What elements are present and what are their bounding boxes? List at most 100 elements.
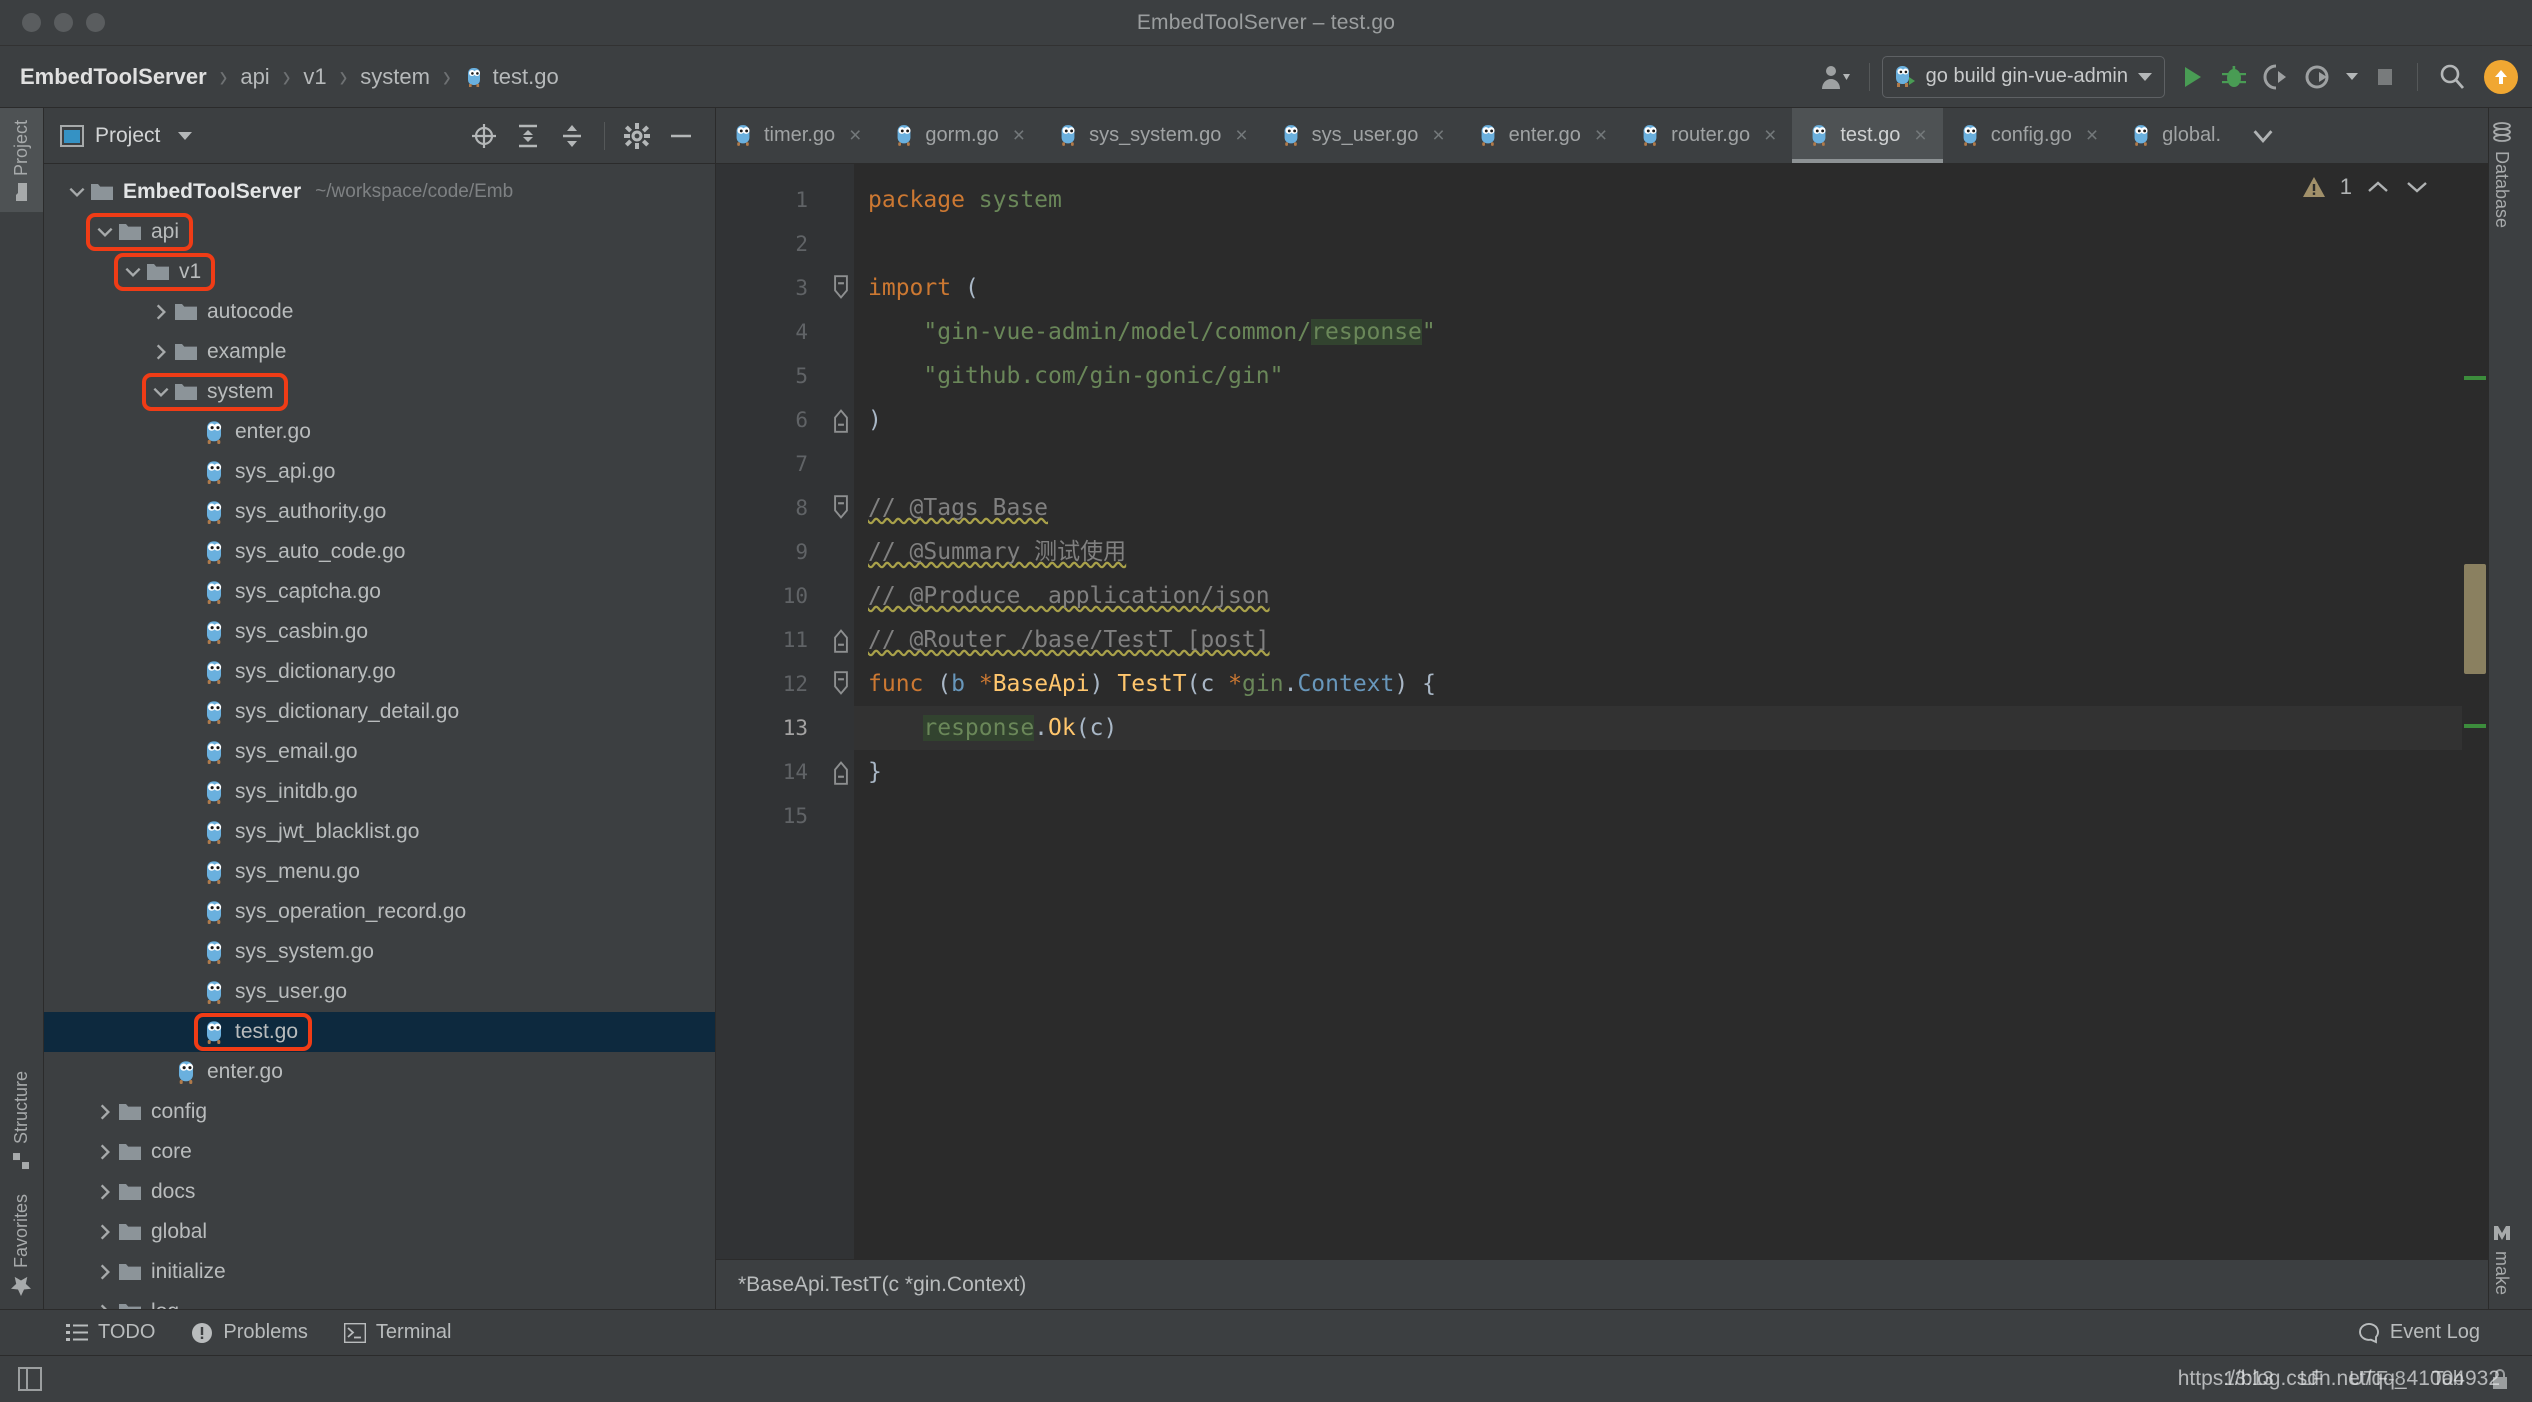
editor-tab-config-go[interactable]: config.go×	[1943, 108, 2114, 163]
code-line[interactable]: "gin-vue-admin/model/common/response"	[854, 310, 2462, 354]
update-available-button[interactable]	[2484, 60, 2518, 94]
tab-close-icon[interactable]: ×	[1235, 124, 1247, 148]
chevron-down-icon[interactable]	[92, 222, 118, 242]
code-fold-marker[interactable]	[828, 398, 854, 442]
tree-folder-row[interactable]: example	[44, 332, 715, 372]
editor-tab-sys_user-go[interactable]: sys_user.go×	[1264, 108, 1461, 163]
status-line-separator[interactable]: LF	[2300, 1368, 2323, 1391]
editor-tab-sys_system-go[interactable]: sys_system.go×	[1041, 108, 1264, 163]
tree-folder-row[interactable]: docs	[44, 1172, 715, 1212]
tab-close-icon[interactable]: ×	[1764, 124, 1776, 148]
tree-folder-row[interactable]: api	[44, 212, 715, 252]
chevron-up-icon[interactable]	[2365, 178, 2391, 196]
tree-file-row[interactable]: sys_system.go	[44, 932, 715, 972]
code-line[interactable]: }	[854, 750, 2462, 794]
breadcrumb-item-file[interactable]: test.go	[464, 64, 559, 90]
tab-overflow-button[interactable]	[2237, 108, 2289, 163]
code-line[interactable]: response.Ok(c)	[854, 706, 2462, 750]
tab-close-icon[interactable]: ×	[1595, 124, 1607, 148]
minimize-button[interactable]	[54, 13, 73, 32]
tree-folder-row[interactable]: EmbedToolServer~/workspace/code/Emb	[44, 172, 715, 212]
tree-file-row[interactable]: enter.go	[44, 1052, 715, 1092]
code-fold-marker[interactable]	[828, 266, 854, 310]
tree-file-row[interactable]: sys_casbin.go	[44, 612, 715, 652]
chevron-right-icon[interactable]	[92, 1142, 118, 1162]
tab-close-icon[interactable]: ×	[1013, 124, 1025, 148]
tree-file-row[interactable]: sys_user.go	[44, 972, 715, 1012]
tree-folder-row[interactable]: v1	[44, 252, 715, 292]
breadcrumb-item-system[interactable]: system	[360, 64, 430, 90]
breadcrumb-root[interactable]: EmbedToolServer	[20, 64, 207, 90]
code-fold-marker[interactable]	[828, 750, 854, 794]
code-fold-marker[interactable]	[828, 618, 854, 662]
expand-all-icon[interactable]	[508, 119, 548, 153]
status-indent[interactable]: Tab	[2432, 1368, 2464, 1391]
breadcrumb[interactable]: EmbedToolServer › api › v1 › system › te…	[20, 63, 559, 90]
run-configuration-selector[interactable]: go build gin-vue-admin	[1882, 56, 2165, 98]
code-editor[interactable]: 123456789101112131415 package system imp…	[716, 164, 2488, 1259]
chevron-down-icon[interactable]	[2404, 178, 2430, 196]
tool-window-event-log[interactable]: Event Log	[2358, 1321, 2480, 1344]
profiler-button[interactable]	[2297, 55, 2339, 99]
tree-file-row[interactable]: sys_operation_record.go	[44, 892, 715, 932]
tab-close-icon[interactable]: ×	[2086, 124, 2098, 148]
collapse-all-icon[interactable]	[552, 119, 592, 153]
editor-tab-router-go[interactable]: router.go×	[1623, 108, 1792, 163]
chevron-down-icon[interactable]	[178, 132, 192, 140]
tree-file-row[interactable]: sys_jwt_blacklist.go	[44, 812, 715, 852]
tree-folder-row[interactable]: config	[44, 1092, 715, 1132]
chevron-down-icon[interactable]	[120, 262, 146, 282]
chevron-down-icon[interactable]	[64, 182, 90, 202]
tree-folder-row[interactable]: core	[44, 1132, 715, 1172]
code-line[interactable]: )	[854, 398, 2462, 442]
editor-structure-breadcrumb[interactable]: *BaseApi.TestT(c *gin.Context)	[716, 1259, 2488, 1309]
editor-tab-enter-go[interactable]: enter.go×	[1461, 108, 1624, 163]
code-fold-marker[interactable]	[828, 486, 854, 530]
chevron-right-icon[interactable]	[148, 302, 174, 322]
editor-tab-gorm-go[interactable]: gorm.go×	[877, 108, 1041, 163]
settings-gear-icon[interactable]	[617, 119, 657, 153]
tool-window-problems[interactable]: Problems	[191, 1321, 307, 1344]
project-tree[interactable]: EmbedToolServer~/workspace/code/Embapiv1…	[44, 164, 715, 1309]
chevron-right-icon[interactable]	[92, 1102, 118, 1122]
tree-file-row[interactable]: sys_auto_code.go	[44, 532, 715, 572]
tree-file-row[interactable]: sys_dictionary.go	[44, 652, 715, 692]
tab-close-icon[interactable]: ×	[1914, 124, 1926, 148]
run-button[interactable]	[2171, 55, 2213, 99]
tab-close-icon[interactable]: ×	[849, 124, 861, 148]
error-stripe-marker-strip[interactable]	[2462, 164, 2488, 1259]
sidebar-item-favorites[interactable]: Favorites	[0, 1182, 43, 1309]
breadcrumb-item-api[interactable]: api	[240, 64, 269, 90]
locate-file-icon[interactable]	[464, 119, 504, 153]
code-line[interactable]	[854, 222, 2462, 266]
editor-tab-timer-go[interactable]: timer.go×	[716, 108, 877, 163]
chevron-down-icon[interactable]	[148, 382, 174, 402]
code-line[interactable]	[854, 442, 2462, 486]
tree-file-row[interactable]: enter.go	[44, 412, 715, 452]
chevron-right-icon[interactable]	[92, 1222, 118, 1242]
tree-file-row[interactable]: sys_authority.go	[44, 492, 715, 532]
profiler-dropdown[interactable]	[2339, 55, 2365, 99]
hide-panel-icon[interactable]	[661, 119, 701, 153]
zoom-button[interactable]	[86, 13, 105, 32]
sidebar-item-structure[interactable]: Structure	[0, 1059, 43, 1182]
debug-button[interactable]	[2213, 55, 2255, 99]
tree-folder-row[interactable]: log	[44, 1292, 715, 1309]
code-folding-gutter[interactable]	[828, 164, 854, 1259]
code-line[interactable]: // @Router /base/TestT [post]	[854, 618, 2462, 662]
editor-tab-bar[interactable]: timer.go×gorm.go×sys_system.go×sys_user.…	[716, 108, 2488, 164]
traffic-lights[interactable]	[22, 13, 105, 32]
code-line[interactable]: package system	[854, 178, 2462, 222]
editor-tab-global-[interactable]: global.	[2114, 108, 2237, 163]
user-account-icon[interactable]	[1813, 55, 1857, 99]
breadcrumb-item-v1[interactable]: v1	[303, 64, 326, 90]
tree-file-row[interactable]: sys_initdb.go	[44, 772, 715, 812]
sidebar-item-project[interactable]: Project	[0, 108, 43, 212]
close-button[interactable]	[22, 13, 41, 32]
tree-file-row[interactable]: sys_menu.go	[44, 852, 715, 892]
tree-file-row[interactable]: sys_dictionary_detail.go	[44, 692, 715, 732]
code-line[interactable]	[854, 794, 2462, 838]
tool-window-terminal[interactable]: Terminal	[344, 1321, 452, 1344]
tree-file-row[interactable]: test.go	[44, 1012, 715, 1052]
tree-file-row[interactable]: sys_email.go	[44, 732, 715, 772]
